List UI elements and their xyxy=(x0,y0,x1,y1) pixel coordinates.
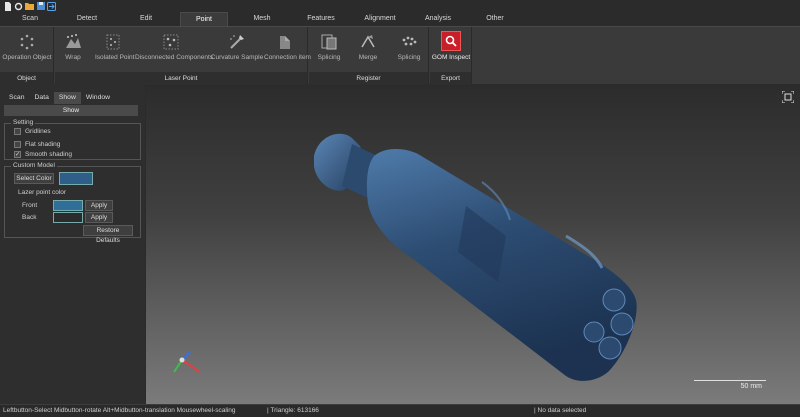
flat-shading-option[interactable]: Flat shading xyxy=(14,139,60,149)
group-label-register: Register xyxy=(309,72,428,85)
smooth-shading-label: Smooth shading xyxy=(25,150,72,158)
connection-item-label: Connection item xyxy=(264,54,311,61)
curvature-sample-label: Curvature Sample xyxy=(210,54,264,61)
flat-shading-checkbox[interactable] xyxy=(14,140,21,148)
merge-label: Merge xyxy=(358,54,378,61)
panel-tab-data[interactable]: Data xyxy=(30,92,54,104)
gom-inspect-icon xyxy=(441,31,461,51)
panel-tab-show[interactable]: Show xyxy=(53,92,81,104)
save-icon[interactable] xyxy=(36,2,45,11)
smooth-shading-option[interactable]: ✓ Smooth shading xyxy=(14,149,72,159)
isolated-point-label: Isolated Point xyxy=(95,54,135,61)
scale-label: 50 mm xyxy=(740,383,762,390)
splicing-icon xyxy=(320,33,338,51)
disconnected-components-icon xyxy=(162,33,180,51)
front-color-swatch[interactable] xyxy=(53,200,83,211)
disconnected-components-label: Disconnected Components xyxy=(135,54,214,61)
wrap-label: Wrap xyxy=(65,54,81,61)
splicing-label: Splicing xyxy=(317,54,341,61)
curvature-sample-button[interactable]: Curvature Sample xyxy=(210,30,264,70)
operation-object-label: Operation Object xyxy=(2,54,52,61)
gom-inspect-button[interactable]: GOM Inspect xyxy=(431,30,471,70)
3d-viewport[interactable]: 50 mm xyxy=(146,86,800,404)
laser-point-color-title: Lazer point color xyxy=(18,189,67,196)
group-register: Splicing Merge Splicing Register xyxy=(309,27,429,85)
tab-detect[interactable]: Detect xyxy=(74,12,100,26)
merge-button[interactable]: Merge xyxy=(353,30,383,70)
back-label: Back xyxy=(22,214,37,221)
panel-tab-scan[interactable]: Scan xyxy=(4,92,30,104)
tab-edit[interactable]: Edit xyxy=(136,12,156,26)
disconnected-components-button[interactable]: Disconnected Components xyxy=(135,30,214,70)
left-panel: Scan Data Show Window Show Setting Gridl… xyxy=(0,84,145,404)
point-cloud-icon xyxy=(400,33,418,51)
tab-scan[interactable]: Scan xyxy=(18,12,42,26)
connection-item-button[interactable]: Connection item xyxy=(264,30,311,70)
tab-analysis[interactable]: Analysis xyxy=(423,12,453,26)
scale-bar: 50 mm xyxy=(694,380,766,394)
new-file-icon[interactable] xyxy=(3,1,12,11)
operation-object-button[interactable]: Operation Object xyxy=(2,30,52,70)
axis-gizmo-icon xyxy=(173,351,201,373)
flat-shading-label: Flat shading xyxy=(25,140,61,148)
gom-inspect-label: GOM Inspect xyxy=(431,54,471,61)
dots-circle-icon xyxy=(18,33,36,51)
group-object: Operation Object Object xyxy=(0,27,54,85)
gridlines-label: Gridlines xyxy=(25,127,51,135)
apply-front-button[interactable]: Apply xyxy=(85,200,113,211)
curvature-sample-icon xyxy=(228,33,246,51)
ribbon-panel: Operation Object Object Wrap Isolated Po… xyxy=(0,26,800,85)
status-bar: Leftbutton-Select Midbutton-rotate Alt+M… xyxy=(0,404,800,417)
select-color-button[interactable]: Select Color xyxy=(14,173,54,184)
open-folder-icon[interactable] xyxy=(25,2,34,11)
scale-line xyxy=(694,380,766,381)
splicing-points-label: Splicing xyxy=(397,54,421,61)
panel-tabs: Scan Data Show Window xyxy=(4,92,115,104)
back-color-swatch[interactable] xyxy=(53,212,83,223)
smooth-shading-checkbox[interactable]: ✓ xyxy=(14,150,21,158)
apply-back-button[interactable]: Apply xyxy=(85,212,113,223)
scanned-bottle-model xyxy=(314,133,637,381)
refresh-icon[interactable] xyxy=(14,2,23,11)
tab-point[interactable]: Point xyxy=(180,12,228,26)
tab-alignment[interactable]: Alignment xyxy=(362,12,398,26)
isolated-point-button[interactable]: Isolated Point xyxy=(95,30,135,70)
isolated-point-icon xyxy=(104,33,122,51)
gridlines-option[interactable]: Gridlines xyxy=(14,126,51,136)
panel-tab-window[interactable]: Window xyxy=(81,92,115,104)
wrap-icon xyxy=(64,33,82,51)
custom-model-legend: Custom Model xyxy=(11,162,57,169)
front-label: Front xyxy=(22,202,38,209)
restore-defaults-button[interactable]: Restore Defaults xyxy=(83,225,133,244)
export-icon[interactable] xyxy=(47,1,56,11)
splicing-points-button[interactable]: Splicing xyxy=(393,30,425,70)
gridlines-checkbox[interactable] xyxy=(14,127,21,135)
tab-other[interactable]: Other xyxy=(484,12,506,26)
group-laser-point: Wrap Isolated Point Disconnected Compone… xyxy=(55,27,311,85)
splicing-button[interactable]: Splicing xyxy=(313,30,345,70)
setting-legend: Setting xyxy=(11,119,36,126)
status-triangle-count: | Triangle: 613166 xyxy=(267,407,319,414)
status-hint: Leftbutton-Select Midbutton-rotate Alt+M… xyxy=(3,407,236,414)
quick-access-toolbar xyxy=(0,0,800,12)
status-selection: | No data selected xyxy=(534,407,587,414)
group-export: GOM Inspect Export xyxy=(430,27,472,85)
connection-item-icon xyxy=(276,33,294,51)
merge-icon xyxy=(359,33,377,51)
tab-mesh[interactable]: Mesh xyxy=(252,12,272,26)
ribbon-tabs: Scan Detect Edit Point Mesh Features Ali… xyxy=(0,12,800,26)
show-section-title: Show xyxy=(4,105,138,116)
wrap-button[interactable]: Wrap xyxy=(59,30,87,70)
fit-view-icon[interactable] xyxy=(781,90,795,104)
tab-features[interactable]: Features xyxy=(305,12,337,26)
model-color-swatch[interactable] xyxy=(59,172,93,185)
group-label-export: Export xyxy=(430,72,471,85)
